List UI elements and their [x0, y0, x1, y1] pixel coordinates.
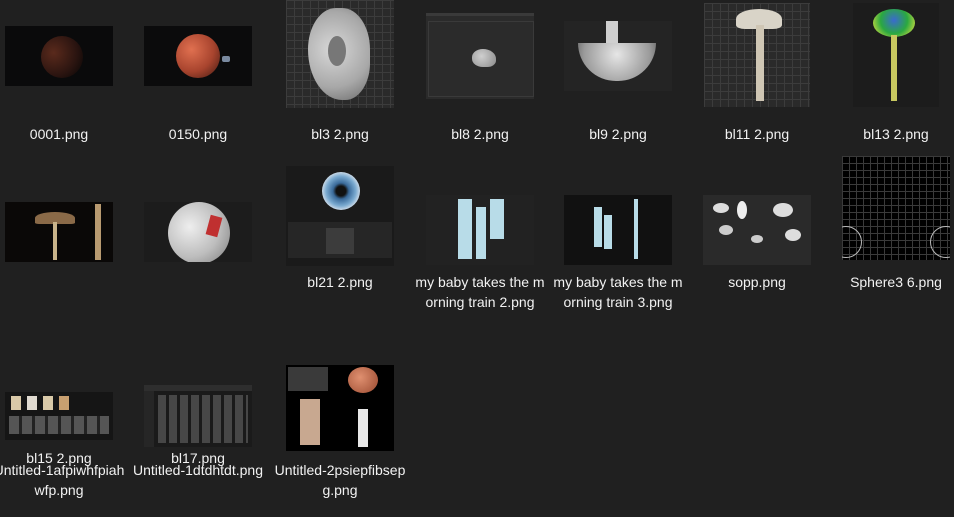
mushroom-green-icon [853, 3, 939, 107]
file-name: 0150.png [168, 126, 228, 142]
thumbnail-grid-icon [5, 392, 113, 440]
eye-editor-icon [286, 166, 394, 266]
bars-chart-icon [564, 195, 672, 265]
bowl-model-icon [564, 21, 672, 91]
sphere-texture-icon [144, 202, 252, 262]
mushrooms-render-icon [5, 202, 113, 262]
file-name: bl11 2.png [724, 126, 790, 142]
mushroom-collection-icon [703, 195, 811, 265]
file-name: Untitled-1dtdhtdt.png [133, 462, 263, 478]
file-name: Sphere3 6.png [850, 274, 942, 290]
collage-icon [286, 365, 394, 451]
file-browser-icon [144, 385, 252, 447]
planet-dark-icon [5, 26, 113, 86]
planet-orange-icon [144, 26, 252, 86]
ear-model-icon [286, 0, 394, 108]
file-name: bl8 2.png [451, 126, 509, 142]
file-name: Untitled-1afpiwhfpiahwfp.png [0, 462, 125, 498]
file-name: bl9 2.png [589, 126, 647, 142]
sphere-grid-icon [842, 156, 950, 260]
file-name: Untitled-2psiepfibsepg.png [274, 462, 406, 498]
file-name: bl21 2.png [307, 274, 373, 290]
file-name: sopp.png [728, 274, 786, 290]
mushroom-white-icon [704, 3, 810, 107]
file-name: my baby takes the morning train 3.png [553, 274, 683, 310]
drop-model-icon [426, 13, 534, 99]
bars-chart-icon [426, 195, 534, 265]
file-name: bl3 2.png [311, 126, 369, 142]
file-name: bl13 2.png [863, 126, 929, 142]
file-name: 0001.png [29, 126, 89, 142]
file-name: my baby takes the morning train 2.png [415, 274, 545, 310]
